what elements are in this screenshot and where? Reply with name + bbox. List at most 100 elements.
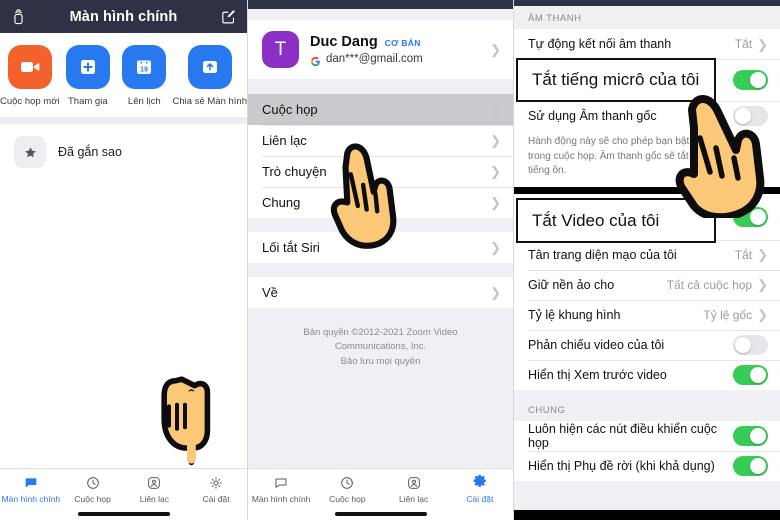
row-show-closed-captions[interactable]: Hiển thị Phụ đề rời (khi khả dụng) xyxy=(514,450,780,481)
tab-label: Cuộc họp xyxy=(329,494,366,504)
copyright-line-1: Bản quyền ©2012-2021 Zoom Video Communic… xyxy=(303,327,458,353)
chevron-right-icon: ❯ xyxy=(757,36,768,52)
tab-home[interactable]: Màn hình chính xyxy=(248,474,314,504)
row-mirror-my-video[interactable]: Phản chiếu video của tôi xyxy=(514,329,780,360)
toggle-mirror-my-video[interactable] xyxy=(733,334,768,355)
row-use-original-audio[interactable]: Sử dụng Âm thanh gốc xyxy=(514,101,780,131)
tab-label: Liên lạc xyxy=(398,494,429,504)
row-label: Phản chiếu video của tôi xyxy=(528,337,665,352)
menu-label: Liên lạc xyxy=(262,133,307,148)
row-label: Giữ nền ảo cho xyxy=(528,277,615,292)
tab-meetings[interactable]: Cuộc họp xyxy=(62,474,124,504)
chevron-right-icon: ❯ xyxy=(490,285,501,300)
starred-row[interactable]: Đã gắn sao xyxy=(0,124,247,180)
menu-item-about[interactable]: Về ❯ xyxy=(248,277,513,308)
row-keep-virtual-background[interactable]: Giữ nền ảo cho Tất cả cuộc họp ❯ xyxy=(514,269,780,300)
action-label: Cuộc họp mới xyxy=(0,96,60,107)
tab-home[interactable]: Màn hình chính xyxy=(0,474,62,504)
row-label: Sử dụng Âm thanh gốc xyxy=(528,109,657,123)
menu-group-siri: Lối tắt Siri ❯ xyxy=(248,232,513,263)
three-panel-tutorial-screenshot: Màn hình chính Cuộc họp mới Tham gia 19 … xyxy=(0,0,780,520)
row-aspect-ratio[interactable]: Tỷ lệ khung hình Tỷ lệ gốc ❯ xyxy=(514,299,780,330)
row-value: Tất cả cuộc họp xyxy=(666,277,753,292)
account-row[interactable]: T Duc Dang CƠ BẢN dan***@gmail.com ❯ xyxy=(248,20,513,79)
cast-icon[interactable] xyxy=(10,8,27,25)
action-label: Chia sẻ Màn hình xyxy=(172,96,247,107)
row-label: Tân trang diện mạo của tôi xyxy=(528,247,677,262)
tab-label: Màn hình chính xyxy=(251,494,311,504)
share-screen-up-arrow-icon xyxy=(187,45,232,89)
chevron-right-icon: ❯ xyxy=(757,307,768,322)
tab-settings[interactable]: Cài đặt xyxy=(185,474,247,504)
panel-home: Màn hình chính Cuộc họp mới Tham gia 19 … xyxy=(0,0,248,520)
clock-icon xyxy=(339,474,355,491)
tab-label: Cuộc họp xyxy=(74,494,111,504)
tab-contacts[interactable]: Liên lạc xyxy=(381,474,447,504)
action-schedule[interactable]: 19 Lên lịch xyxy=(116,45,172,107)
chevron-right-icon: ❯ xyxy=(490,42,501,57)
plus-icon xyxy=(65,45,110,89)
action-share-screen[interactable]: Chia sẻ Màn hình xyxy=(173,45,247,107)
toggle-show-closed-captions[interactable] xyxy=(733,455,768,476)
tab-label: Cài đặt xyxy=(202,494,230,504)
tab-label: Màn hình chính xyxy=(1,494,61,504)
action-join[interactable]: Tham gia xyxy=(60,45,116,107)
row-label: Tỷ lệ khung hình xyxy=(528,307,621,322)
menu-group-primary: Cuộc họp ❯ Liên lạc ❯ Trò chuyện ❯ Chung… xyxy=(248,94,513,218)
google-g-icon xyxy=(310,54,321,66)
callout-mute-my-mic: Tắt tiếng micrô của tôi xyxy=(516,58,716,102)
row-auto-connect-audio[interactable]: Tự động kết nối âm thanh Tắt ❯ xyxy=(514,29,780,59)
clock-icon xyxy=(85,474,101,491)
tab-label: Cài đặt xyxy=(466,494,494,504)
avatar: T xyxy=(262,31,299,68)
row-value: Tắt xyxy=(734,37,753,51)
edit-compose-icon[interactable] xyxy=(220,8,237,25)
person-circle-icon xyxy=(146,474,162,491)
toggle-mute-my-mic[interactable] xyxy=(733,70,768,90)
tab-meetings[interactable]: Cuộc họp xyxy=(314,474,380,504)
row-label: Hiển thị Phụ đề rời (khi khả dụng) xyxy=(528,458,715,473)
action-new-meeting[interactable]: Cuộc họp mới xyxy=(0,45,60,107)
menu-item-siri-shortcut[interactable]: Lối tắt Siri ❯ xyxy=(248,232,513,263)
menu-group-about: Về ❯ xyxy=(248,277,513,308)
home-divider xyxy=(0,117,247,124)
home-title: Màn hình chính xyxy=(69,8,178,25)
chat-bubble-icon xyxy=(23,474,39,491)
toggle-always-show-meeting-controls[interactable] xyxy=(733,425,768,446)
toggle-show-video-preview[interactable] xyxy=(733,364,768,385)
menu-item-general[interactable]: Chung ❯ xyxy=(248,187,513,218)
tab-contacts[interactable]: Liên lạc xyxy=(124,474,186,504)
account-email: dan***@gmail.com xyxy=(326,53,423,65)
menu-item-contacts[interactable]: Liên lạc ❯ xyxy=(248,125,513,156)
bottom-black-bar xyxy=(514,510,780,520)
person-circle-icon xyxy=(406,474,422,491)
spacer xyxy=(514,389,780,398)
home-tabbar: Màn hình chính Cuộc họp Liên lạc Cài đặt xyxy=(0,468,247,520)
star-icon xyxy=(14,136,46,168)
gear-icon xyxy=(471,474,488,491)
row-value: Tỷ lệ gốc xyxy=(703,307,753,322)
toggle-turn-off-my-video[interactable] xyxy=(733,206,768,227)
menu-label: Về xyxy=(262,285,278,300)
settings-tabbar: Màn hình chính Cuộc họp Liên lạc Cài đặt xyxy=(248,468,513,520)
tab-settings[interactable]: Cài đặt xyxy=(447,474,513,504)
callout-text: Tắt tiếng micrô của tôi xyxy=(532,70,700,89)
menu-item-meetings[interactable]: Cuộc họp ❯ xyxy=(248,94,513,125)
calendar-icon: 19 xyxy=(122,45,167,89)
row-touch-up-appearance[interactable]: Tân trang diện mạo của tôi Tắt ❯ xyxy=(514,239,780,270)
menu-label: Lối tắt Siri xyxy=(262,240,320,255)
row-always-show-meeting-controls[interactable]: Luôn hiện các nút điều khiển cuộc họp xyxy=(514,420,780,451)
tab-label: Liên lạc xyxy=(139,494,170,504)
hand-pointer-home xyxy=(145,360,225,470)
account-plan-badge: CƠ BẢN xyxy=(384,38,421,48)
account-name: Duc Dang xyxy=(310,34,378,50)
home-quick-actions: Cuộc họp mới Tham gia 19 Lên lịch Chia s… xyxy=(0,33,247,117)
row-value: Tắt xyxy=(734,247,753,262)
menu-item-chat[interactable]: Trò chuyện ❯ xyxy=(248,156,513,187)
toggle-use-original-audio[interactable] xyxy=(733,106,768,126)
section-header-general: CHUNG xyxy=(514,397,780,421)
menu-label: Cuộc họp xyxy=(262,102,318,117)
row-show-video-preview[interactable]: Hiển thị Xem trước video xyxy=(514,359,780,390)
